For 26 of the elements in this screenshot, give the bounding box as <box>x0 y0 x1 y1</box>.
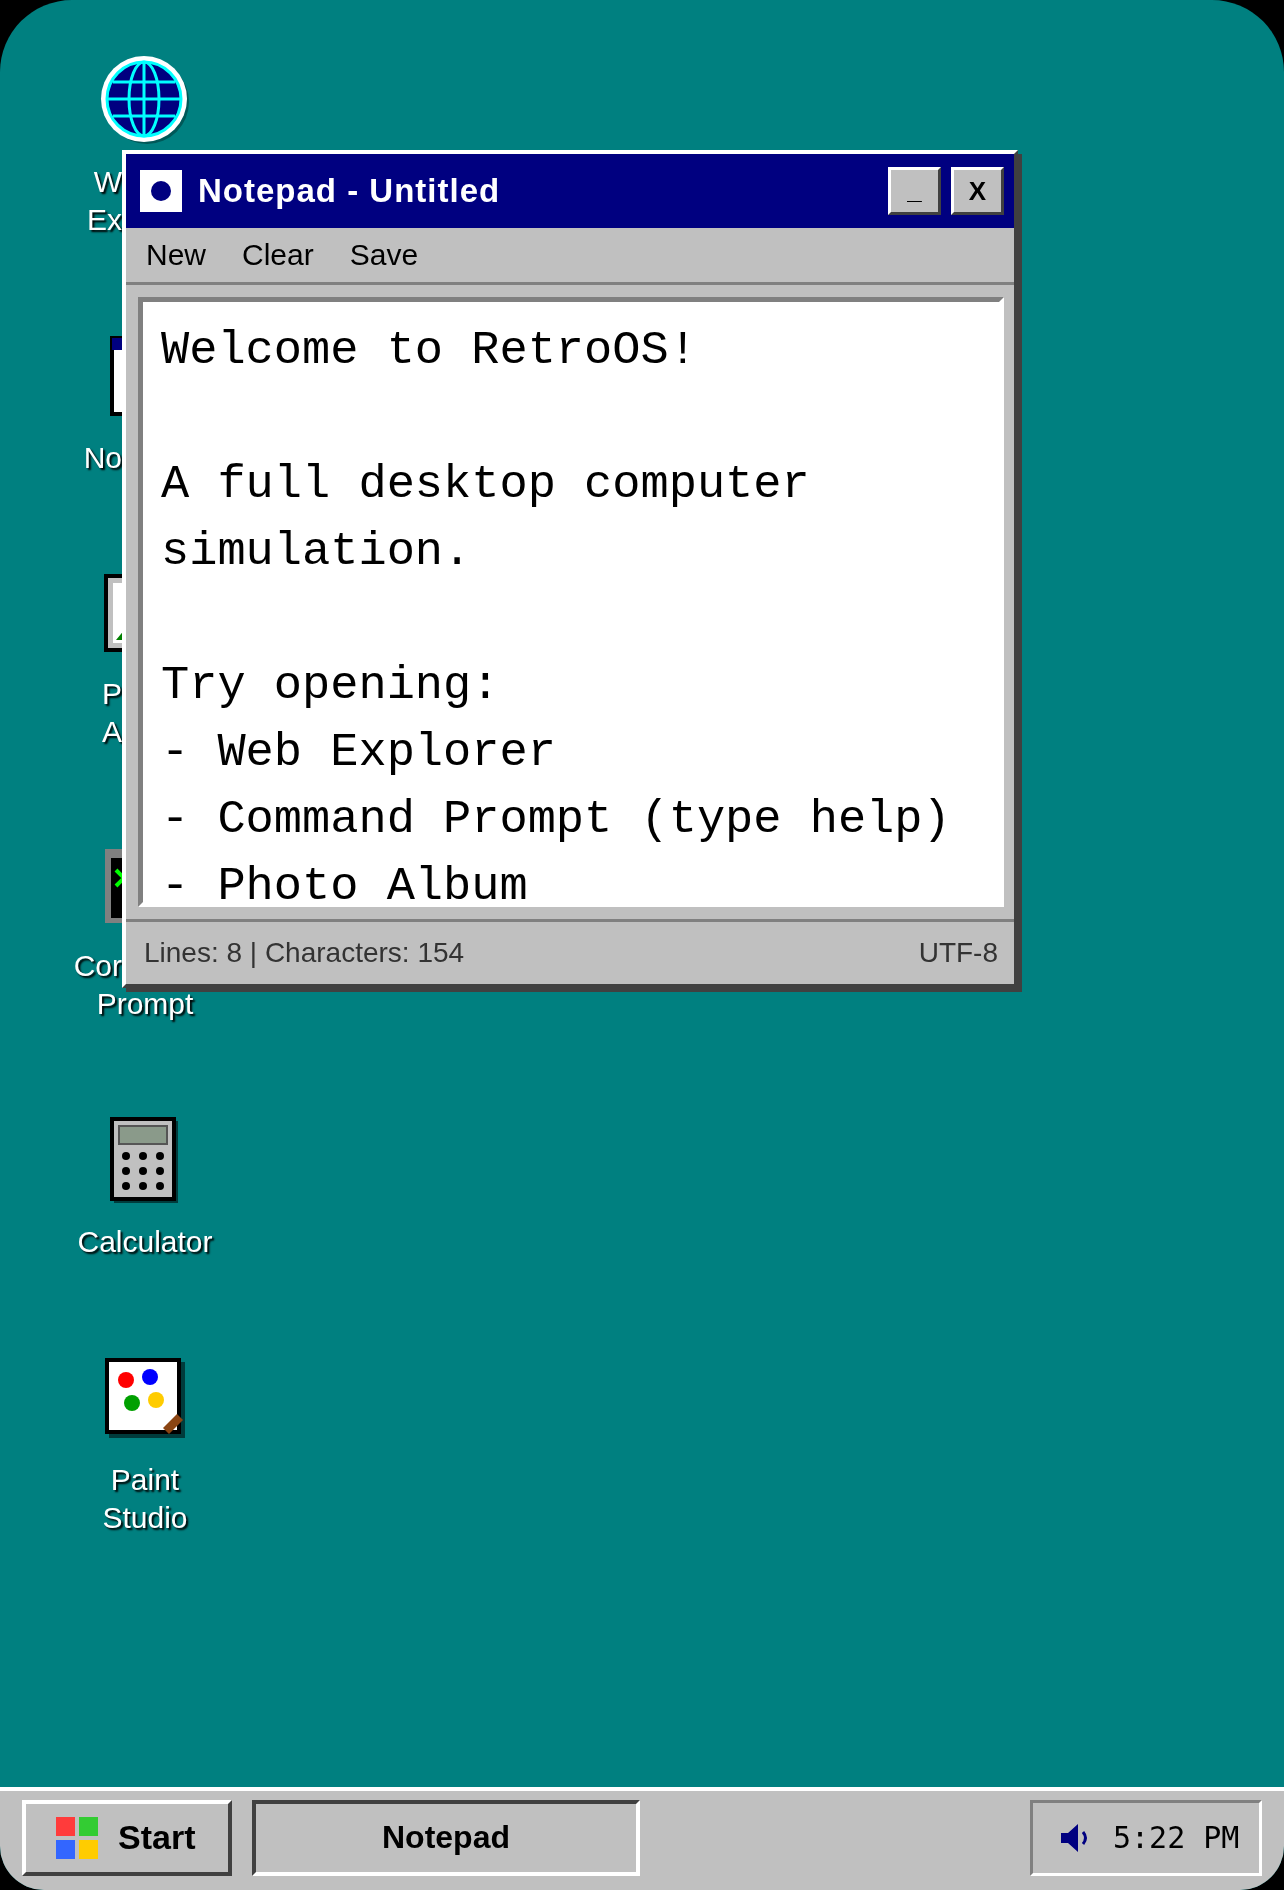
app-icon <box>140 170 182 212</box>
calculator-icon[interactable] <box>110 1117 180 1203</box>
status-counts: Lines: 8 | Characters: 154 <box>144 937 465 969</box>
start-button[interactable]: Start <box>22 1799 232 1876</box>
icon-label: Paint <box>110 1462 180 1498</box>
minimize-button[interactable]: _ <box>888 167 941 215</box>
clock: 5:22 PM <box>1113 1820 1240 1855</box>
paint-icon[interactable] <box>105 1358 185 1438</box>
status-encoding: UTF-8 <box>918 937 998 969</box>
menu-item[interactable]: Save <box>349 238 419 272</box>
menu-item[interactable]: Clear <box>242 238 314 272</box>
icon-label: Prompt <box>96 986 194 1022</box>
menu-item[interactable]: New <box>146 238 206 272</box>
icon-label: W <box>92 164 122 200</box>
icon-label: Cor <box>72 948 122 984</box>
close-button[interactable]: X <box>951 167 1004 215</box>
icon-label: No <box>82 440 122 476</box>
taskbar-button[interactable]: Notepad <box>252 1799 640 1876</box>
icon-label: A <box>101 714 122 750</box>
icon-label: Ex <box>86 202 122 238</box>
window-title: Notepad - Untitled <box>198 172 501 210</box>
globe-icon[interactable] <box>99 54 191 146</box>
icon-label: Calculator <box>77 1224 213 1260</box>
icon-label: P <box>101 676 122 712</box>
start-logo-icon <box>56 1816 98 1859</box>
icon-label: Studio <box>102 1500 188 1536</box>
